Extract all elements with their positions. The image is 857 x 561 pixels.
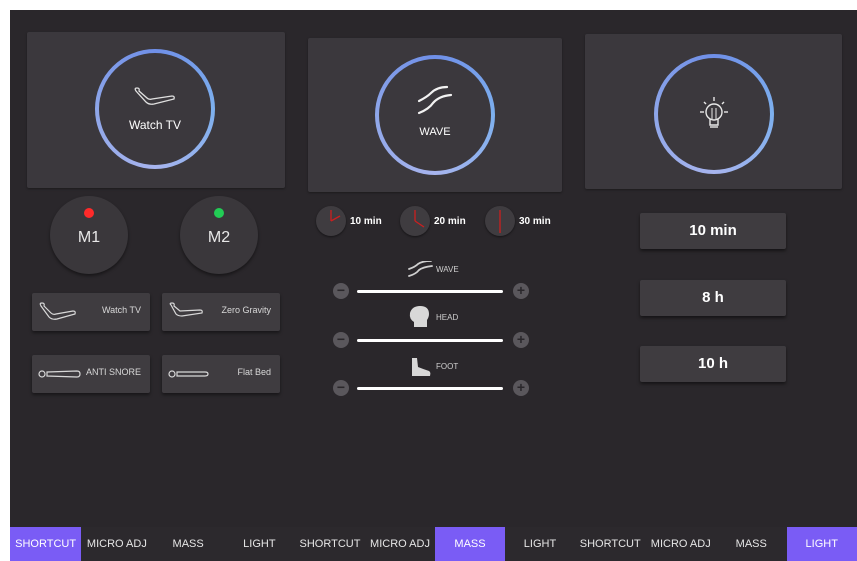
timer-label: 10 min (350, 215, 382, 227)
zero-gravity-icon (169, 302, 203, 317)
wave-icon (408, 261, 433, 277)
increase-button[interactable]: + (513, 380, 529, 396)
timer-dial-icon (316, 206, 346, 236)
light-panel: 10 min 8 h 10 h SHORTCUT MICRO ADJ MASS … (575, 10, 857, 561)
decrease-button[interactable]: − (333, 283, 349, 299)
preset-label: ANTI SNORE (85, 367, 141, 377)
timer-20-min[interactable]: 20 min (400, 206, 466, 236)
tab-bar: SHORTCUT MICRO ADJ MASS LIGHT (295, 527, 575, 561)
massage-panel: WAVE 10 min 20 min 30 min WAVE − + HEAD … (295, 10, 575, 561)
hero-card[interactable]: WAVE (308, 38, 562, 192)
foot-icon (412, 358, 431, 376)
tab-bar: SHORTCUT MICRO ADJ MASS LIGHT (575, 527, 857, 561)
slider-wave[interactable]: − + (333, 281, 529, 301)
hero-ring[interactable] (654, 54, 774, 174)
preset-label: Watch TV (101, 305, 141, 315)
hero-card[interactable]: Watch TV (27, 32, 285, 188)
preset-watch-tv-button[interactable]: Watch TV (32, 293, 150, 331)
m2-label: M2 (207, 229, 231, 246)
slider-label-wave: WAVE (436, 265, 459, 274)
tab-light[interactable]: LIGHT (505, 527, 575, 561)
memory-button-m1[interactable]: M1 (50, 196, 128, 274)
tab-light[interactable]: LIGHT (224, 527, 295, 561)
slider-label-foot: FOOT (436, 362, 459, 371)
light-bulb-icon (700, 97, 728, 128)
preset-zero-gravity-button[interactable]: Zero Gravity (162, 293, 280, 331)
recliner-icon (39, 302, 76, 320)
m1-status-dot (84, 208, 94, 218)
anti-snore-icon (38, 370, 81, 378)
recliner-icon (134, 87, 175, 105)
memory-button-m2[interactable]: M2 (180, 196, 258, 274)
tab-mass[interactable]: MASS (716, 527, 787, 561)
head-icon (409, 306, 429, 327)
tab-shortcut[interactable]: SHORTCUT (10, 527, 82, 561)
hero-label: Watch TV (128, 118, 181, 132)
tab-light[interactable]: LIGHT (786, 527, 857, 561)
light-timer-8-h-button[interactable]: 8 h (640, 280, 786, 316)
preset-label: Zero Gravity (221, 305, 271, 315)
light-timer-10-h-button[interactable]: 10 h (640, 346, 786, 382)
tab-micro-adj[interactable]: MICRO ADJ (81, 527, 152, 561)
tab-shortcut[interactable]: SHORTCUT (295, 527, 365, 561)
wave-icon (417, 85, 453, 115)
m2-status-dot (214, 208, 224, 218)
timer-dial-icon (400, 206, 430, 236)
timer-10-min[interactable]: 10 min (316, 206, 382, 236)
preset-flat-bed-button[interactable]: Flat Bed (162, 355, 280, 393)
hero-ring[interactable]: Watch TV (95, 49, 215, 169)
slider-label-head: HEAD (436, 313, 459, 322)
light-timer-10-min-button[interactable]: 10 min (640, 213, 786, 249)
slider-track[interactable] (357, 290, 503, 293)
hero-card[interactable] (585, 34, 842, 189)
slider-head[interactable]: − + (333, 330, 529, 350)
hero-ring[interactable]: WAVE (375, 55, 495, 175)
preset-anti-snore-button[interactable]: ANTI SNORE (32, 355, 150, 393)
decrease-button[interactable]: − (333, 332, 349, 348)
tab-mass[interactable]: MASS (153, 527, 224, 561)
tab-bar: SHORTCUT MICRO ADJ MASS LIGHT (10, 527, 295, 561)
slider-track[interactable] (357, 339, 503, 342)
slider-foot[interactable]: − + (333, 378, 529, 398)
tab-shortcut[interactable]: SHORTCUT (575, 527, 646, 561)
timer-label: 30 min (519, 215, 551, 227)
tab-micro-adj[interactable]: MICRO ADJ (646, 527, 717, 561)
tab-mass[interactable]: MASS (435, 527, 505, 561)
flat-bed-icon (168, 370, 209, 378)
timer-label: 20 min (434, 215, 466, 227)
tab-micro-adj[interactable]: MICRO ADJ (365, 527, 435, 561)
timer-30-min[interactable]: 30 min (485, 206, 551, 236)
timer-dial-icon (485, 206, 515, 236)
slider-track[interactable] (357, 387, 503, 390)
shortcut-panel: Watch TV M1 M2 Watch TV Zero Gravity ANT… (10, 10, 295, 561)
increase-button[interactable]: + (513, 332, 529, 348)
preset-label: Flat Bed (237, 367, 271, 377)
hero-label: WAVE (419, 126, 451, 138)
m1-label: M1 (77, 229, 101, 246)
decrease-button[interactable]: − (333, 380, 349, 396)
increase-button[interactable]: + (513, 283, 529, 299)
top-strip (295, 0, 575, 10)
